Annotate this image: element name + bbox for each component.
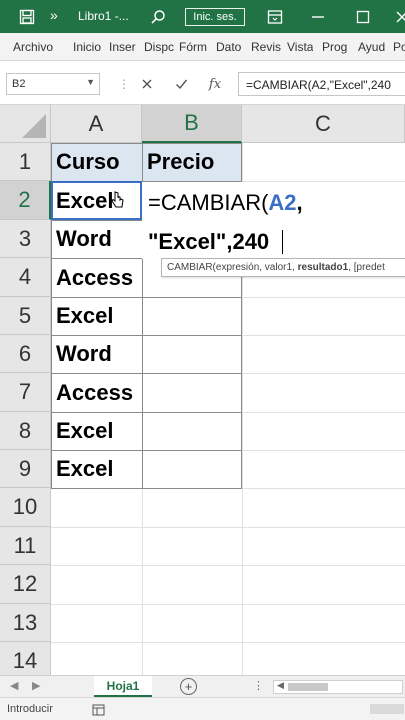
accessibility-icon[interactable]: [92, 703, 105, 716]
editor-line-1: =CAMBIAR(A2,: [148, 190, 303, 215]
cell-a4[interactable]: Access: [51, 258, 142, 297]
row-header-8[interactable]: 8: [0, 412, 51, 450]
tab-disposicion[interactable]: Dispc: [144, 40, 174, 54]
referenced-cell-highlight: [51, 181, 142, 220]
cancel-icon[interactable]: [137, 74, 157, 94]
tab-revisar[interactable]: Revis: [251, 40, 281, 54]
cell-a5[interactable]: Excel: [51, 297, 142, 335]
sheet-tab-hoja1[interactable]: Hoja1: [94, 676, 152, 698]
sheet-tab-bar: ◀ ▶ Hoja1 + ⋮ ◀: [0, 675, 405, 698]
formula-bar: B2 ▼ ⋮ fx =CAMBIAR(A2,"Excel",240: [0, 61, 405, 105]
tab-inicio[interactable]: Inicio: [73, 40, 101, 54]
select-all-button[interactable]: [0, 105, 51, 143]
cell-a7[interactable]: Access: [51, 373, 142, 412]
horizontal-scrollbar[interactable]: ◀: [273, 680, 403, 694]
chevron-down-icon[interactable]: ▼: [86, 77, 95, 87]
hscroll-thumb[interactable]: [288, 683, 328, 691]
scroll-right-icon[interactable]: ▶: [32, 679, 40, 692]
file-name: Libro1 -...: [78, 9, 129, 23]
tab-split-grip-icon[interactable]: ⋮: [253, 679, 264, 692]
tab-insertar[interactable]: Inser: [109, 40, 136, 54]
close-icon[interactable]: [392, 7, 405, 27]
tab-power-pivot[interactable]: Po: [393, 40, 405, 54]
row-header-3[interactable]: 3: [0, 220, 51, 258]
move-cursor-icon: [110, 191, 126, 209]
name-box[interactable]: B2 ▼: [6, 73, 100, 95]
formula-ref-a2: A2: [268, 190, 297, 215]
cell-b2-editor[interactable]: =CAMBIAR(A2, "Excel",240: [142, 182, 405, 259]
insert-function-icon[interactable]: fx: [205, 74, 225, 94]
column-header-a[interactable]: A: [51, 105, 142, 143]
minimize-icon[interactable]: [308, 7, 328, 27]
status-bar: Introducir: [0, 697, 405, 720]
formula-bar-grip-icon: ⋮: [118, 77, 130, 91]
search-icon[interactable]: [148, 7, 168, 27]
tab-ayuda[interactable]: Ayud: [358, 40, 385, 54]
tab-programador[interactable]: Prog: [322, 40, 347, 54]
ribbon-display-icon[interactable]: [265, 7, 285, 27]
cell-a9[interactable]: Excel: [51, 450, 142, 488]
row-header-5[interactable]: 5: [0, 297, 51, 335]
excel-window: » Libro1 -... Inic. ses. Archivo Inicio …: [0, 0, 405, 720]
cell-a1[interactable]: Curso: [51, 143, 142, 181]
text-caret: [282, 230, 283, 254]
status-mode: Introducir: [7, 703, 53, 715]
ribbon-tabs: Archivo Inicio Inser Dispc Fórm Dato Rev…: [0, 33, 405, 61]
formula-input[interactable]: =CAMBIAR(A2,"Excel",240: [238, 72, 405, 96]
tab-formulas[interactable]: Fórm: [179, 40, 207, 54]
function-tooltip[interactable]: CAMBIAR(expresión, valor1, resultado1, […: [161, 258, 405, 277]
row-header-2[interactable]: 2: [0, 181, 51, 220]
title-bar: » Libro1 -... Inic. ses.: [0, 0, 405, 33]
row-header-10[interactable]: 10: [0, 488, 51, 527]
zoom-slider[interactable]: [370, 704, 404, 714]
tab-archivo[interactable]: Archivo: [13, 40, 53, 54]
name-box-value: B2: [12, 78, 26, 90]
worksheet-grid[interactable]: A B C 1 2 3 4 5 6 7 8 9 10 11 12 13 14 C…: [0, 105, 405, 675]
enter-check-icon[interactable]: [171, 74, 191, 94]
column-header-c[interactable]: C: [242, 105, 405, 143]
cell-b1[interactable]: Precio: [142, 143, 242, 181]
cell-a6[interactable]: Word: [51, 335, 142, 373]
tab-vista[interactable]: Vista: [287, 40, 313, 54]
row-header-7[interactable]: 7: [0, 373, 51, 412]
row-header-9[interactable]: 9: [0, 450, 51, 488]
hscroll-left-icon[interactable]: ◀: [277, 680, 284, 691]
scroll-left-icon[interactable]: ◀: [10, 679, 18, 692]
sign-in-button[interactable]: Inic. ses.: [185, 8, 245, 26]
column-header-b[interactable]: B: [142, 105, 242, 143]
tab-datos[interactable]: Dato: [216, 40, 241, 54]
row-header-13[interactable]: 13: [0, 604, 51, 642]
row-header-4[interactable]: 4: [0, 258, 51, 297]
cell-a3[interactable]: Word: [51, 220, 142, 258]
maximize-icon[interactable]: [353, 7, 373, 27]
row-header-6[interactable]: 6: [0, 335, 51, 373]
cell-a8[interactable]: Excel: [51, 412, 142, 450]
row-header-11[interactable]: 11: [0, 527, 51, 565]
save-icon[interactable]: [17, 7, 37, 27]
overflow-icon[interactable]: »: [50, 7, 58, 23]
editor-line-2: "Excel",240: [148, 229, 270, 254]
row-header-12[interactable]: 12: [0, 565, 51, 604]
row-header-14[interactable]: 14: [0, 642, 51, 675]
row-header-1[interactable]: 1: [0, 143, 51, 181]
add-sheet-icon[interactable]: +: [180, 678, 197, 695]
